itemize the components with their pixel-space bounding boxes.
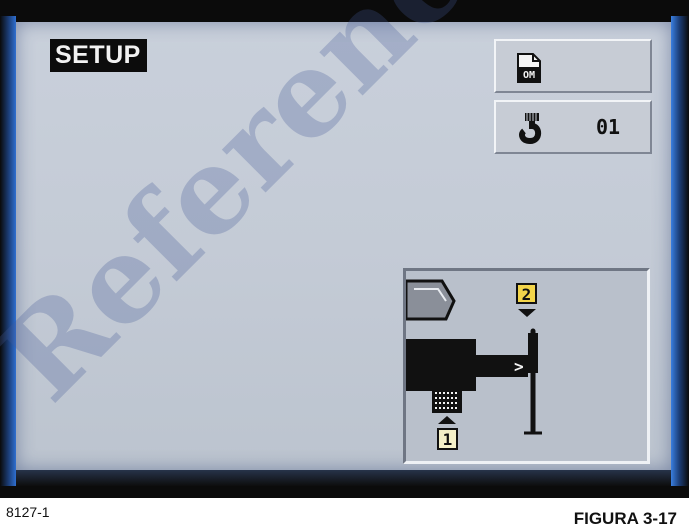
marker-1: 1 bbox=[437, 416, 458, 450]
marker-2: 2 bbox=[516, 283, 537, 317]
display-screen: SETUP OM 01 > 2 1 bbox=[16, 22, 671, 470]
operator-manual-icon: OM bbox=[517, 53, 541, 83]
marker-2-label: 2 bbox=[522, 285, 532, 304]
boom-sensor-diagram: > 2 1 bbox=[406, 279, 542, 450]
sensor-diagram-panel: > 2 1 bbox=[403, 268, 650, 464]
figure-caption: FIGURA 3-17 bbox=[573, 509, 677, 528]
manual-icon-text: OM bbox=[523, 70, 535, 81]
hook-coil bbox=[432, 391, 462, 413]
marker-1-label: 1 bbox=[443, 430, 453, 449]
figure-id-label: 8127-1 bbox=[6, 504, 50, 520]
operator-manual-button[interactable]: OM bbox=[494, 39, 652, 93]
monitor-bezel-left bbox=[0, 16, 16, 486]
hook-number-value: 01 bbox=[596, 115, 621, 139]
hook-block-button[interactable]: 01 bbox=[494, 100, 652, 154]
boom-tip-shape bbox=[406, 279, 456, 321]
display-bottom-edge bbox=[16, 470, 671, 486]
hook-block-icon bbox=[519, 113, 542, 144]
arm-arrow-glyph: > bbox=[514, 357, 524, 376]
monitor-bezel-right bbox=[671, 16, 689, 486]
screen-title: SETUP bbox=[50, 39, 147, 72]
boom-head-block bbox=[406, 339, 476, 391]
